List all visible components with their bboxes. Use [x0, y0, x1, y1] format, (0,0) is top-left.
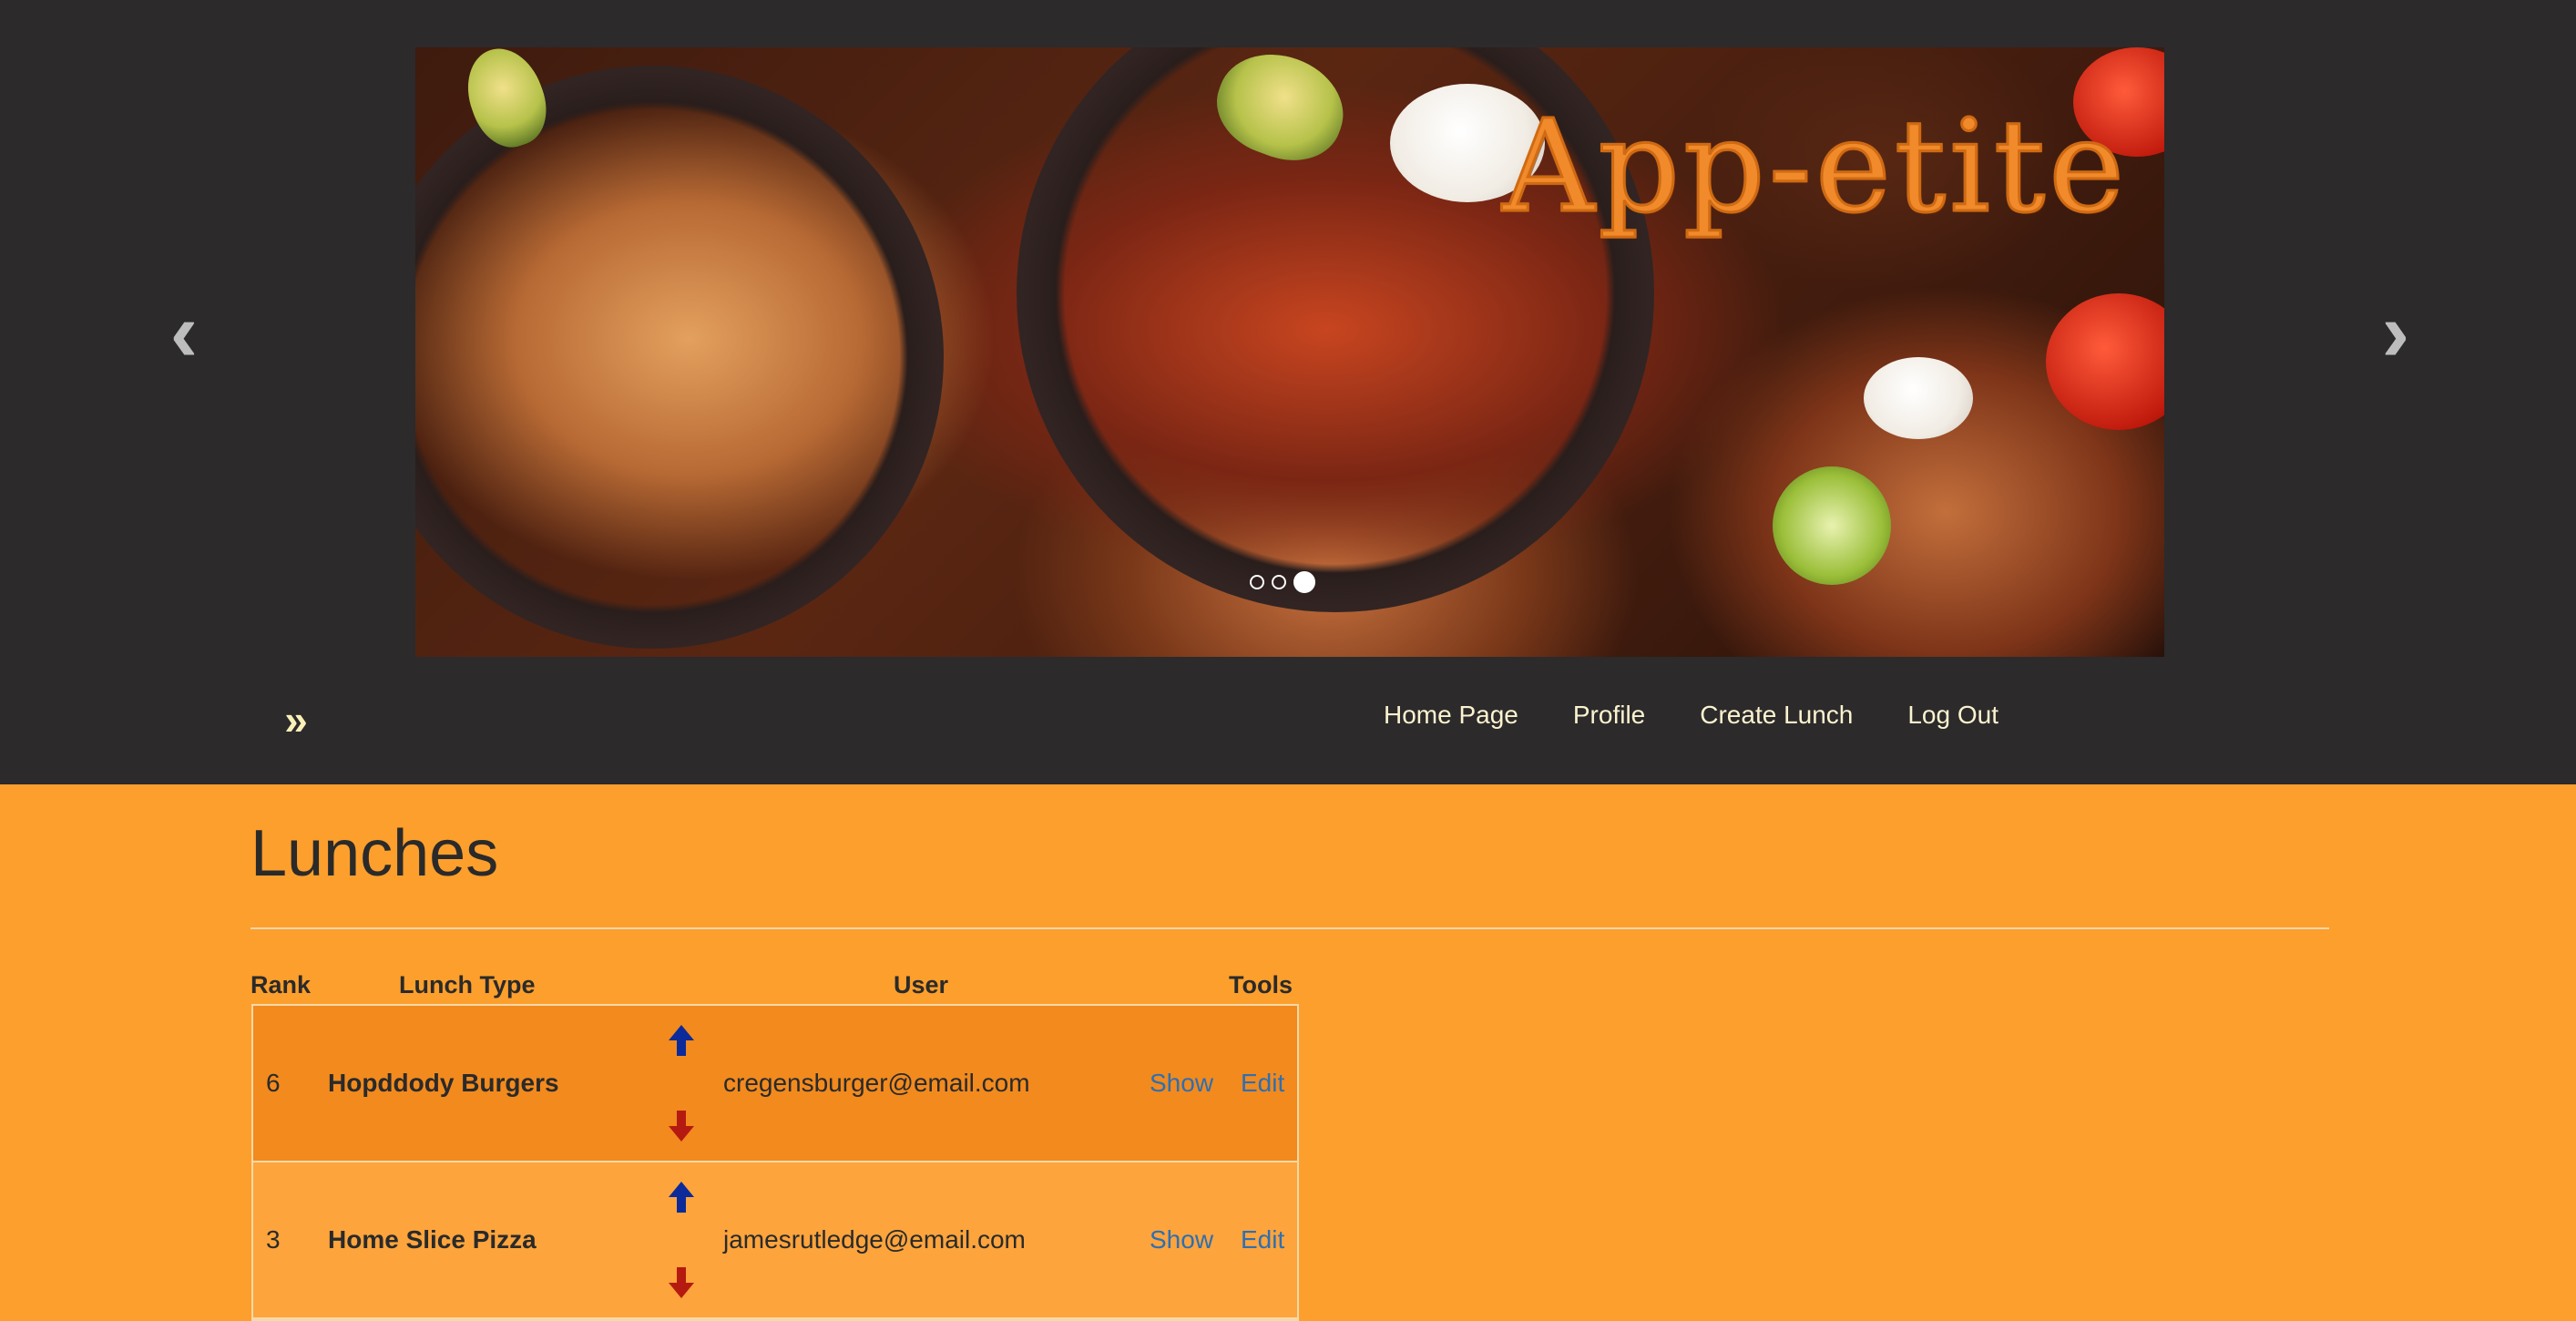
lunch-type-cell: Home Slice Pizza — [328, 1225, 537, 1254]
title-divider — [250, 927, 2329, 929]
carousel-slide-image: App-etite — [415, 47, 2164, 657]
user-email-cell: cregensburger@email.com — [723, 1069, 1030, 1097]
rank-cell: 6 — [266, 1069, 281, 1097]
downvote-arrow-icon[interactable] — [663, 1265, 700, 1301]
page-title: Lunches — [250, 817, 499, 890]
lime-wedge — [1773, 466, 1891, 585]
carousel-indicators — [1250, 571, 1315, 593]
sour-cream-right — [1864, 357, 1973, 439]
header-tools: Tools — [1229, 971, 1293, 998]
carousel-indicator-2[interactable] — [1272, 575, 1286, 589]
brand-link[interactable]: » — [273, 697, 319, 742]
lunch-type-cell: Hopddody Burgers — [328, 1069, 559, 1097]
carousel-next-button[interactable]: › — [2368, 291, 2423, 374]
header-lunch-type: Lunch Type — [399, 971, 536, 998]
show-link[interactable]: Show — [1150, 1006, 1213, 1161]
nav-create-lunch[interactable]: Create Lunch — [1700, 701, 1853, 730]
logo-text: App-etite — [1501, 92, 2128, 243]
header-rank: Rank — [250, 971, 312, 998]
lunches-table: 6 Hopddody Burgers cregensburger@email.c… — [251, 1004, 1299, 1321]
carousel-prev-button[interactable]: ‹ — [157, 291, 211, 374]
double-chevron-right-icon: » — [284, 696, 308, 743]
taco-plate — [415, 66, 944, 649]
carousel-indicator-1[interactable] — [1250, 575, 1264, 589]
edit-link[interactable]: Edit — [1241, 1162, 1284, 1317]
upvote-arrow-icon[interactable] — [663, 1022, 700, 1059]
nav-profile[interactable]: Profile — [1573, 701, 1645, 730]
rank-cell: 3 — [266, 1225, 281, 1254]
vote-controls — [654, 1162, 709, 1317]
hero-carousel: App-etite ‹ › — [0, 0, 2576, 657]
tomato-right — [2046, 293, 2164, 430]
chevron-left-icon: ‹ — [169, 286, 199, 379]
show-link[interactable]: Show — [1150, 1162, 1213, 1317]
chevron-right-icon: › — [2381, 286, 2410, 379]
vote-controls — [654, 1006, 709, 1161]
upvote-arrow-icon[interactable] — [663, 1179, 700, 1215]
table-row: 6 Hopddody Burgers cregensburger@email.c… — [253, 1006, 1297, 1162]
header-user: User — [894, 971, 949, 998]
user-email-cell: jamesrutledge@email.com — [723, 1225, 1026, 1254]
nav-home-page[interactable]: Home Page — [1384, 701, 1518, 730]
downvote-arrow-icon[interactable] — [663, 1108, 700, 1144]
edit-link[interactable]: Edit — [1241, 1006, 1284, 1161]
nav-log-out[interactable]: Log Out — [1907, 701, 1998, 730]
top-navbar: » Home Page Profile Create Lunch Log Out — [0, 657, 2576, 784]
carousel-indicator-3[interactable] — [1293, 571, 1315, 593]
table-row: 3 Home Slice Pizza jamesrutledge@email.c… — [253, 1162, 1297, 1319]
nav-links: Home Page Profile Create Lunch Log Out — [1384, 701, 2053, 730]
